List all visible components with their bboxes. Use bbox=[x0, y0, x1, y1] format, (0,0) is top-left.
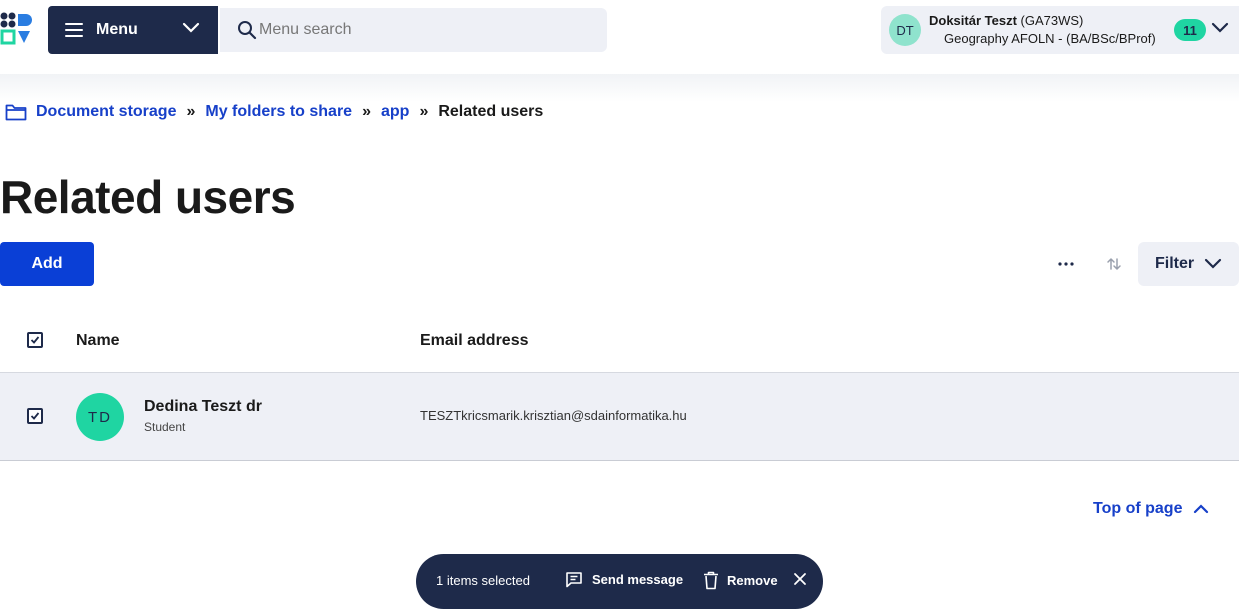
add-button[interactable]: Add bbox=[0, 242, 94, 286]
selection-action-bar: 1 items selected Send message Remove bbox=[416, 554, 823, 609]
breadcrumb-my-folders-to-share[interactable]: My folders to share bbox=[205, 103, 352, 121]
checkmark-icon bbox=[30, 412, 40, 420]
more-horizontal-icon bbox=[1058, 262, 1074, 266]
breadcrumb-current: Related users bbox=[438, 103, 544, 120]
select-all-checkbox[interactable] bbox=[27, 332, 43, 348]
message-icon bbox=[566, 572, 582, 588]
user-name-line: Doksitár Teszt (GA73WS) bbox=[929, 13, 1083, 28]
chevron-down-icon bbox=[1211, 22, 1229, 33]
user-email: TESZTkricsmarik.krisztian@sdainformatika… bbox=[420, 408, 687, 423]
send-message-button[interactable]: Send message bbox=[565, 571, 683, 588]
remove-button[interactable]: Remove bbox=[703, 571, 778, 590]
search-icon bbox=[238, 21, 257, 40]
menu-search[interactable] bbox=[220, 8, 607, 52]
row-checkbox[interactable] bbox=[27, 408, 43, 424]
menu-button[interactable]: Menu bbox=[48, 6, 218, 54]
user-code: (GA73WS) bbox=[1020, 13, 1084, 28]
breadcrumb-document-storage[interactable]: Document storage bbox=[36, 103, 176, 121]
column-header-email[interactable]: Email address bbox=[420, 332, 529, 350]
chevron-up-icon bbox=[1194, 504, 1209, 514]
hamburger-icon bbox=[65, 23, 83, 37]
table-header: Name Email address bbox=[0, 318, 1239, 373]
breadcrumb-separator: » bbox=[362, 103, 371, 120]
sort-icon bbox=[1107, 258, 1121, 270]
page-title: Related users bbox=[0, 171, 296, 223]
top-of-page-link[interactable]: Top of page bbox=[1093, 500, 1209, 518]
top-of-page-label: Top of page bbox=[1093, 500, 1183, 517]
chevron-down-icon bbox=[182, 22, 200, 33]
folder-icon bbox=[5, 104, 27, 121]
user-program: Geography AFOLN - (BA/BSc/BProf) bbox=[944, 31, 1156, 46]
column-header-name[interactable]: Name bbox=[76, 332, 120, 350]
breadcrumb: Document storage » My folders to share »… bbox=[5, 103, 543, 121]
user-name[interactable]: Dedina Teszt dr bbox=[144, 398, 262, 416]
remove-label: Remove bbox=[727, 573, 778, 588]
menu-label: Menu bbox=[96, 21, 138, 38]
user-name: Doksitár Teszt bbox=[929, 13, 1017, 28]
trash-icon bbox=[704, 571, 718, 590]
notification-badge[interactable]: 11 bbox=[1174, 19, 1206, 41]
search-input[interactable] bbox=[259, 21, 589, 39]
app-logo[interactable] bbox=[0, 12, 34, 46]
user-avatar: DT bbox=[889, 14, 921, 46]
selected-count: 1 items selected bbox=[436, 573, 530, 588]
checkmark-icon bbox=[30, 336, 40, 344]
chevron-down-icon bbox=[1205, 258, 1222, 269]
sort-button[interactable] bbox=[1100, 250, 1128, 278]
close-icon[interactable] bbox=[793, 572, 807, 586]
avatar: TD bbox=[76, 393, 124, 441]
send-message-label: Send message bbox=[592, 572, 684, 587]
user-profile-menu[interactable]: DT Doksitár Teszt (GA73WS) Geography AFO… bbox=[881, 6, 1239, 54]
breadcrumb-app[interactable]: app bbox=[381, 103, 409, 121]
more-options-button[interactable] bbox=[1052, 250, 1080, 278]
filter-button[interactable]: Filter bbox=[1138, 242, 1239, 286]
user-role: Student bbox=[144, 420, 186, 434]
breadcrumb-separator: » bbox=[419, 103, 429, 120]
filter-label: Filter bbox=[1155, 255, 1195, 272]
top-bar: Menu DT Doksitár Teszt (GA73WS) Geograph… bbox=[0, 0, 1239, 74]
table-row[interactable]: TD Dedina Teszt dr Student TESZTkricsmar… bbox=[0, 373, 1239, 461]
breadcrumb-separator: » bbox=[186, 103, 196, 120]
top-bar-shadow bbox=[0, 74, 1239, 102]
